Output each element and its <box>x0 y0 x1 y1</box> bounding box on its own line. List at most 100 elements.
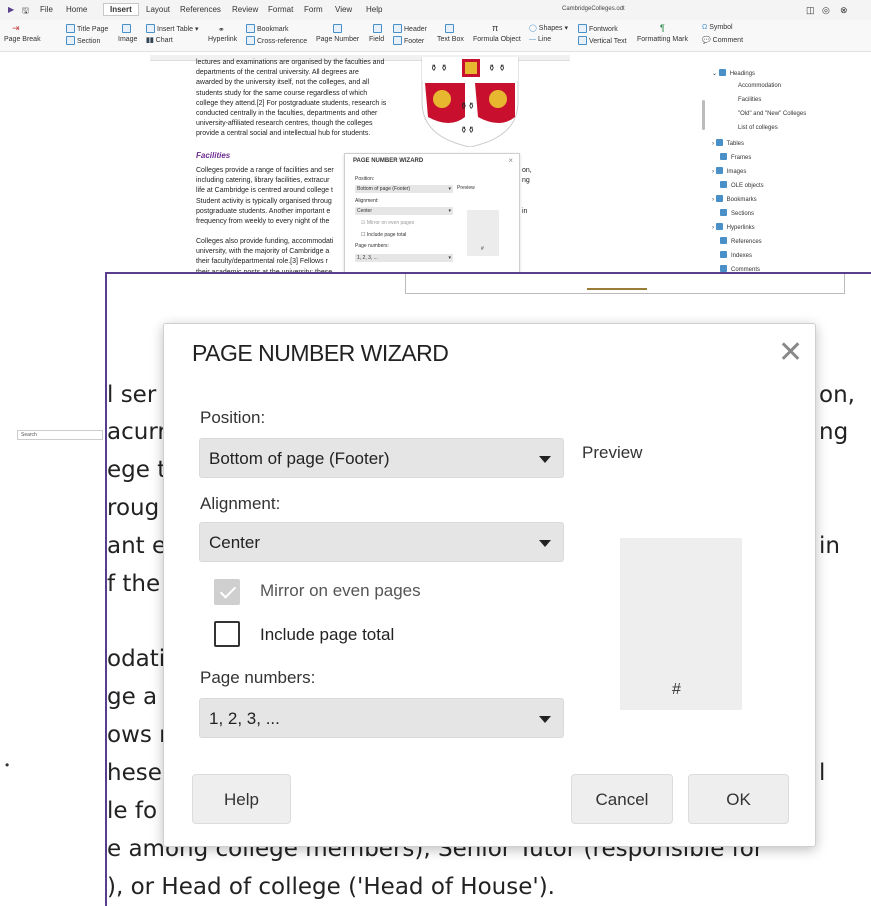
nav-heading-list[interactable]: List of colleges <box>738 125 778 131</box>
header-button[interactable]: Header <box>393 24 427 33</box>
nav-heading-facilities[interactable]: Facilities <box>738 97 761 103</box>
page-break-button[interactable]: Page Break <box>4 36 41 43</box>
cross-reference-button[interactable]: Cross-reference <box>246 36 307 45</box>
preview-page-number: # <box>672 681 681 698</box>
comment-icon: 💬 <box>702 37 711 44</box>
symbol-button[interactable]: Ω Symbol <box>702 24 733 31</box>
formula-object-button[interactable]: Formula Object <box>473 36 521 43</box>
alignment-select[interactable]: Center <box>199 522 564 562</box>
nav-ole-objects[interactable]: OLE objects <box>720 181 764 189</box>
close-icon[interactable]: ✕ <box>778 338 803 368</box>
bookmark-button[interactable]: Bookmark <box>246 24 289 33</box>
page-break-icon: ⇥ <box>12 23 20 33</box>
field-button[interactable]: Field <box>369 36 384 43</box>
help-button[interactable]: Help <box>192 774 291 824</box>
include-total-checkbox[interactable] <box>214 621 240 647</box>
nav-images[interactable]: › Images <box>712 167 746 175</box>
menu-layout[interactable]: Layout <box>146 5 170 14</box>
nav-heading-old-new[interactable]: "Old" and "New" Colleges <box>738 111 806 117</box>
zoom-text-line: ge a <box>107 684 158 710</box>
include-total-label: Include page total <box>260 625 395 644</box>
mini-total-checkbox[interactable]: ☐ Include page total <box>361 232 406 238</box>
facilities-heading[interactable]: Facilities <box>196 151 230 160</box>
menu-insert[interactable]: Insert <box>103 3 139 16</box>
chart-button[interactable]: ▮▮ Chart <box>146 36 173 44</box>
vertical-text-button[interactable]: Vertical Text <box>578 36 627 45</box>
zoom-text-line: in <box>819 533 840 559</box>
navigator-scrollbar[interactable] <box>702 100 705 130</box>
nav-heading-accommodation[interactable]: Accommodation <box>738 83 781 89</box>
zoom-text-line: l <box>819 760 826 786</box>
text-box-button[interactable]: Text Box <box>437 36 464 43</box>
zoomed-shield-edge <box>587 274 647 290</box>
nav-sections[interactable]: Sections <box>720 209 754 217</box>
close-window-icon[interactable]: ⊗ <box>840 5 848 16</box>
ok-button[interactable]: OK <box>688 774 789 824</box>
insert-table-button[interactable]: Insert Table ▾ <box>146 24 199 33</box>
nav-headings[interactable]: ⌄ Headings <box>712 69 755 77</box>
shapes-button[interactable]: ◯ Shapes ▾ <box>529 24 568 32</box>
frames-icon <box>720 153 727 160</box>
formatting-mark-button[interactable]: Formatting Mark <box>637 36 688 43</box>
chevron-down-icon <box>539 456 551 463</box>
menu-view[interactable]: View <box>335 5 352 14</box>
nav-frames[interactable]: Frames <box>720 153 751 161</box>
mirror-label: Mirror on even pages <box>260 581 421 600</box>
menu-help[interactable]: Help <box>366 5 382 14</box>
formatting-mark-icon: ¶ <box>660 23 665 33</box>
nav-bookmarks[interactable]: › Bookmarks <box>712 195 757 203</box>
position-select-value: Bottom of page (Footer) <box>209 449 390 468</box>
formula-icon: π <box>492 23 499 33</box>
app-logo-icon[interactable]: ▶ <box>8 5 14 14</box>
mirror-checkbox[interactable] <box>214 579 240 605</box>
header-icon <box>393 24 402 33</box>
menu-file[interactable]: File <box>40 5 53 14</box>
svg-text:⚱ ⚱: ⚱ ⚱ <box>488 64 506 74</box>
document-title: CambridgeColleges.odt <box>562 6 625 12</box>
line-button[interactable]: — Line <box>529 36 551 43</box>
menu-format[interactable]: Format <box>268 5 293 14</box>
cancel-button[interactable]: Cancel <box>571 774 673 824</box>
help-circle-icon[interactable]: ◎ <box>822 5 830 16</box>
search-input[interactable]: Search <box>17 430 103 440</box>
menu-form[interactable]: Form <box>304 5 323 14</box>
dialog-title: PAGE NUMBER WIZARD <box>192 340 449 366</box>
zoom-text-line: acurr <box>107 419 167 445</box>
image-button[interactable]: Image <box>118 36 137 43</box>
shapes-icon: ◯ <box>529 25 537 32</box>
sidebar-toggle-icon[interactable]: ◫ <box>806 5 815 16</box>
footer-button[interactable]: Footer <box>393 36 424 45</box>
mini-page-numbers-select[interactable]: 1, 2, 3, ... <box>355 254 453 262</box>
mini-mirror-checkbox[interactable]: ☑ Mirror on even pages <box>361 220 414 226</box>
mini-alignment-label: Alignment: <box>355 198 379 204</box>
save-icon[interactable]: 🖫 <box>22 5 29 19</box>
coat-of-arms-image: ⚱ ⚱ ⚱ ⚱ ⚱⚱ ⚱⚱ <box>410 56 530 148</box>
nav-tables[interactable]: › Tables <box>712 139 744 147</box>
omega-icon: Ω <box>702 24 708 31</box>
page-number-wizard-dialog: PAGE NUMBER WIZARD ✕ Position: Bottom of… <box>163 323 816 847</box>
image-icon <box>122 24 133 33</box>
bookmark-icon <box>246 24 255 33</box>
position-select[interactable]: Bottom of page (Footer) <box>199 438 564 478</box>
zoom-text-line: l ser <box>107 382 157 408</box>
nav-indexes[interactable]: Indexes <box>720 251 752 259</box>
zoom-text-line: le fo <box>107 798 158 824</box>
page-number-button[interactable]: Page Number <box>316 36 359 43</box>
comment-button[interactable]: 💬 Comment <box>702 36 743 44</box>
nav-references[interactable]: References <box>720 237 762 245</box>
section-button[interactable]: Section <box>66 36 100 45</box>
zoom-text-line: roug <box>107 495 160 521</box>
menu-review[interactable]: Review <box>232 5 258 14</box>
menu-references[interactable]: References <box>180 5 221 14</box>
hyperlink-button[interactable]: Hyperlink <box>208 36 237 43</box>
mini-close-icon[interactable]: × <box>508 156 513 165</box>
title-page-button[interactable]: Title Page <box>66 24 108 33</box>
page-numbers-select[interactable]: 1, 2, 3, ... <box>199 698 564 738</box>
nav-hyperlinks[interactable]: › Hyperlinks <box>712 223 755 231</box>
fontwork-button[interactable]: Fontwork <box>578 24 618 33</box>
menu-home[interactable]: Home <box>66 5 87 14</box>
mini-alignment-select[interactable]: Center <box>355 207 453 215</box>
menubar: ▶ 🖫 File Home Insert Layout References R… <box>0 0 871 20</box>
bookmarks-icon <box>715 195 723 202</box>
mini-position-select[interactable]: Bottom of page (Footer) <box>355 185 453 193</box>
